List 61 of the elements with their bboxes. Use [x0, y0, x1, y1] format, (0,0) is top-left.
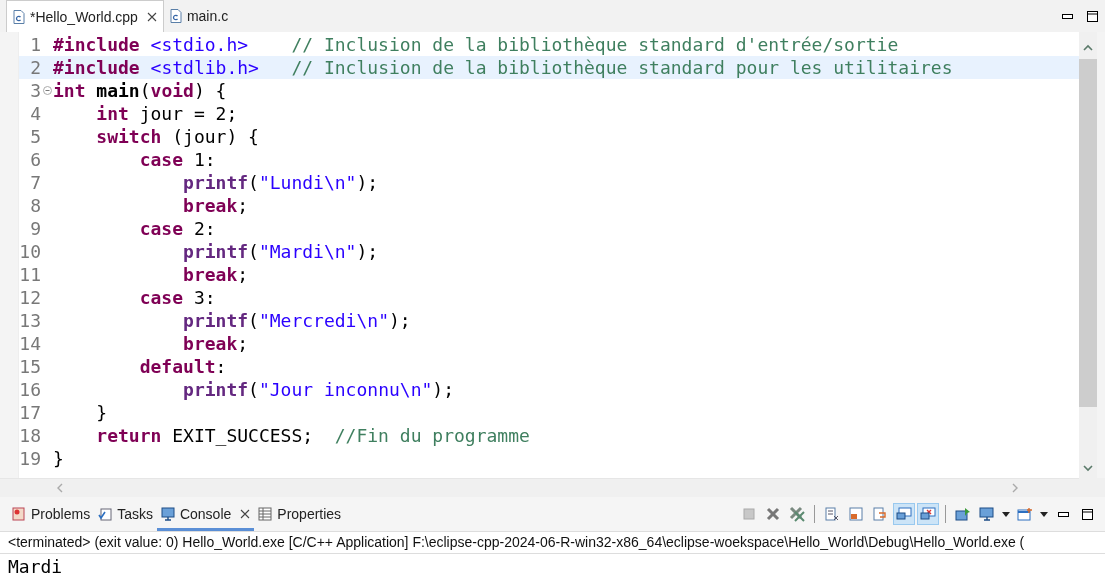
line-number: 8: [29, 195, 41, 216]
scroll-down-icon[interactable]: [1083, 465, 1093, 472]
code-line: int jour = 2;: [95, 103, 238, 124]
code-line: break;: [182, 195, 249, 216]
toolbar-icon[interactable]: [917, 503, 939, 525]
line-number: 10: [19, 241, 41, 262]
code-line: case 2:: [138, 218, 216, 239]
code-line: printf("Mardi\n");: [182, 241, 379, 262]
line-number: 18: [19, 425, 41, 446]
line-number: 14: [19, 333, 41, 354]
view-tab[interactable]: Tasks: [94, 497, 157, 531]
view-tab[interactable]: Properties: [254, 497, 346, 531]
view-tab[interactable]: Problems: [8, 497, 95, 531]
line-number: 16: [19, 379, 41, 400]
c-file-icon: [169, 9, 182, 23]
line-number: 17: [19, 402, 41, 423]
problems-icon: [12, 507, 26, 521]
table-icon: [258, 507, 273, 521]
code-line: #include <stdio.h> // Inclusion de la bibliothèque standard d'entrée/sortie: [53, 34, 899, 55]
code-line: printf("Jour inconnu\n");: [182, 379, 454, 400]
line-number: 4: [29, 103, 41, 124]
line-number: 2: [29, 57, 41, 78]
clipboard-icon: [98, 507, 113, 521]
code-line: case 1:: [138, 149, 216, 170]
code-line: break;: [182, 264, 249, 285]
close-icon[interactable]: [146, 11, 157, 22]
console-output: Mardi: [7, 555, 64, 579]
view-tab[interactable]: Console: [156, 497, 255, 531]
line-number: 12: [19, 287, 41, 308]
monitor-icon: [160, 507, 175, 521]
code-line: default:: [138, 356, 227, 377]
code-line: return EXIT_SUCCESS; //Fin du programme: [95, 425, 530, 446]
toolbar-icon[interactable]: [893, 503, 915, 525]
code-line: break;: [182, 333, 249, 354]
code-line: case 3:: [138, 287, 216, 308]
close-icon[interactable]: [240, 509, 251, 519]
code-line: #include <stdlib.h> // Inclusion de la bibliothèque standard pour les utilitaires: [53, 57, 953, 78]
minimize-icon[interactable]: [1062, 13, 1073, 19]
code-line: switch (jour) {: [95, 126, 259, 147]
line-number: 7: [29, 172, 41, 193]
line-number: 3: [29, 80, 41, 101]
code-line: printf("Mercredi\n");: [182, 310, 411, 331]
code-line: }: [95, 402, 108, 423]
line-number: 15: [19, 356, 41, 377]
editor-tab[interactable]: *Hello_World.cpp: [6, 0, 164, 32]
line-number: 11: [19, 264, 41, 285]
maximize-icon[interactable]: [1087, 10, 1098, 22]
code-line: printf("Lundi\n");: [182, 172, 379, 193]
line-number: 1: [29, 34, 41, 55]
editor-tab[interactable]: main.c: [163, 0, 235, 32]
code-line: int main(void) {: [53, 80, 227, 101]
fold-icon[interactable]: [42, 86, 52, 95]
line-number: 9: [29, 218, 41, 239]
line-number: 19: [19, 448, 41, 469]
console-header: <terminated> (exit value: 0) Hello_World.exe [C/C++ Application] F:\eclipse-cpp-2024-06-R-win32-x86_64\eclipse-woekspace\Hello_World\Debug\Hello_World.exe (: [0, 531, 1105, 554]
line-number: 13: [19, 310, 41, 331]
line-number: 6: [29, 149, 41, 170]
scroll-up-icon[interactable]: [1083, 44, 1093, 51]
line-number: 5: [29, 126, 41, 147]
c-file-icon: [13, 9, 25, 24]
code-line: }: [53, 448, 64, 469]
